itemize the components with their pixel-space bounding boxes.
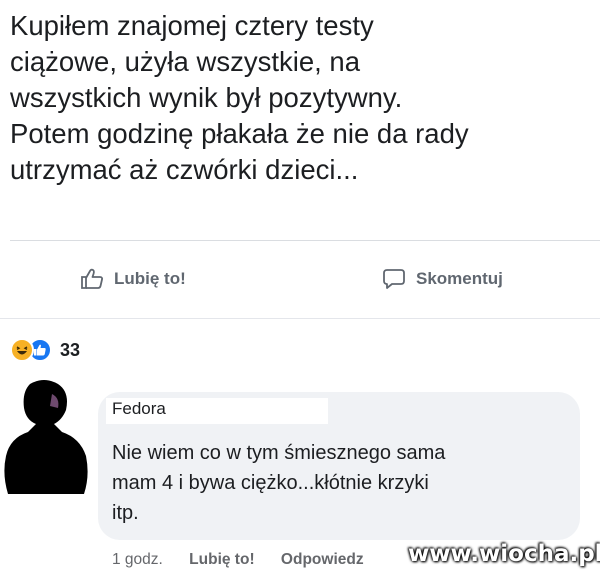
like-label: Lubię to! — [114, 269, 186, 288]
post-line: utrzymać aż czwórki dzieci... — [10, 154, 359, 185]
post-line: ciążowe, użyła wszystkie, na — [10, 46, 360, 77]
comment-author[interactable]: Fedora — [112, 399, 166, 419]
reaction-count: 33 — [60, 339, 81, 360]
comment-reply-link[interactable]: Odpowiedz — [281, 551, 364, 568]
comment-label: Skomentuj — [416, 269, 503, 288]
comment-line: Nie wiem co w tym śmiesznego sama — [112, 442, 446, 464]
comment-line: mam 4 i bywa ciężko...kłótnie krzyki — [112, 472, 429, 494]
comment-timestamp[interactable]: 1 godz. — [112, 551, 163, 568]
like-button[interactable]: Lubię to! — [80, 268, 186, 290]
reactions-summary[interactable]: 33 — [10, 338, 80, 362]
haha-icon — [10, 338, 34, 362]
comment-button[interactable]: Skomentuj — [382, 268, 503, 290]
comment-line: itp. — [112, 502, 139, 524]
post-line: Kupiłem znajomej cztery testy — [10, 10, 374, 41]
comment-like-link[interactable]: Lubię to! — [189, 551, 254, 568]
avatar[interactable] — [0, 376, 92, 496]
post-line: Potem godzinę płakała że nie da rady — [10, 118, 469, 149]
thumbs-up-icon — [80, 268, 104, 290]
post-line: wszystkich wynik był pozytywny. — [10, 82, 403, 113]
watermark: www.wiocha.pl — [408, 541, 600, 567]
actions-divider — [0, 318, 600, 319]
speech-bubble-icon — [382, 268, 406, 290]
post-divider — [10, 240, 600, 241]
comment-text: Nie wiem co w tym śmiesznego sama mam 4 … — [112, 438, 572, 528]
post-text: Kupiłem znajomej cztery testy ciążowe, u… — [10, 8, 590, 188]
comment-meta: 1 godz. Lubię to! Odpowiedz — [112, 551, 386, 569]
